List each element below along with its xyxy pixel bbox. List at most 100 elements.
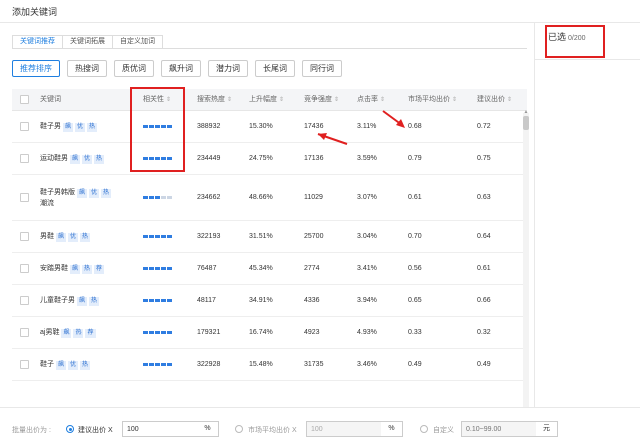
keyword-badge: 优 (68, 361, 79, 370)
relevance-bar-segment (155, 235, 160, 238)
row-checkbox[interactable] (20, 122, 29, 131)
relevance-bar-segment (149, 235, 154, 238)
keyword-text: 鞋子男 (40, 123, 61, 130)
table-row[interactable]: 鞋子飙优热 322928 15.48% 31735 3.46% 0.49 0.49 (12, 349, 527, 381)
row-checkbox[interactable] (20, 264, 29, 273)
cell-suggest-bid: 0.75 (477, 155, 491, 162)
cell-ctr: 3.41% (357, 265, 377, 272)
keyword-cell: 安踏男鞋飙热荐 (40, 263, 120, 274)
cell-ctr: 3.04% (357, 233, 377, 240)
suggested-bid-percent-input[interactable] (122, 421, 198, 437)
tab-keyword-recommend[interactable]: 关键词推荐 (12, 35, 63, 49)
col-rise[interactable]: 上升幅度 ⇕ (249, 89, 284, 111)
radio-custom-bid[interactable] (420, 425, 428, 433)
relevance-highlight-box (130, 87, 185, 172)
scroll-up-icon[interactable]: ▲ (523, 110, 529, 115)
cell-avg-bid: 0.68 (408, 123, 422, 130)
table-row[interactable]: 鞋子男韩版飙优热潮流 234662 48.66% 11029 3.07% 0.61 0.63 (12, 175, 527, 221)
cell-rise: 31.51% (249, 233, 273, 240)
cell-suggest-bid: 0.32 (477, 329, 491, 336)
table-row[interactable]: 安踏男鞋飙热荐 76487 45.34% 2774 3.41% 0.56 0.61 (12, 253, 527, 285)
scrollbar-thumb[interactable] (523, 116, 529, 130)
tab-custom-keyword[interactable]: 自定义加词 (113, 35, 163, 49)
keyword-badge: 飙 (61, 329, 72, 338)
filter-recommend-sort[interactable]: 推荐排序 (12, 60, 60, 77)
row-checkbox[interactable] (20, 360, 29, 369)
custom-bid-input[interactable] (461, 421, 537, 437)
keyword-cell: aj男鞋飙热荐 (40, 327, 120, 338)
keyword-text: 安踏男鞋 (40, 265, 68, 272)
col-competition[interactable]: 竞争强度 ⇕ (304, 89, 339, 111)
footer-divider (0, 407, 640, 408)
row-checkbox[interactable] (20, 232, 29, 241)
cell-rise: 16.74% (249, 329, 273, 336)
relevance-bar-segment (161, 267, 166, 270)
filter-long-tail[interactable]: 长尾词 (255, 60, 295, 77)
row-checkbox[interactable] (20, 328, 29, 337)
cell-competition: 4336 (304, 297, 320, 304)
filter-quality[interactable]: 质优词 (114, 60, 154, 77)
percent-unit: % (197, 421, 219, 437)
relevance-bar-segment (155, 196, 160, 199)
keyword-badge: 优 (68, 233, 79, 242)
row-checkbox[interactable] (20, 193, 29, 202)
relevance-bar-segment (161, 235, 166, 238)
table-scrollbar[interactable] (523, 113, 529, 407)
cell-ctr: 3.46% (357, 361, 377, 368)
yuan-unit: 元 (536, 421, 558, 437)
table-row[interactable]: aj男鞋飙热荐 179321 16.74% 4923 4.93% 0.33 0.32 (12, 317, 527, 349)
radio-market-avg-bid[interactable] (235, 425, 243, 433)
filter-hot-search[interactable]: 热搜词 (67, 60, 107, 77)
relevance-meter (143, 363, 172, 366)
col-market-avg-bid[interactable]: 市场平均出价 ⇕ (408, 89, 457, 111)
cell-avg-bid: 0.70 (408, 233, 422, 240)
row-checkbox[interactable] (20, 296, 29, 305)
sort-icon: ⇕ (452, 97, 458, 103)
filter-rising[interactable]: 飙升词 (161, 60, 201, 77)
col-ctr[interactable]: 点击率 ⇕ (357, 89, 385, 111)
panel-divider (534, 22, 535, 407)
cell-heat: 234662 (197, 194, 221, 201)
col-search-heat[interactable]: 搜索热度 ⇕ (197, 89, 232, 111)
table-row[interactable]: 运动鞋男飙优热 234449 24.75% 17136 3.59% 0.79 0.75 (12, 143, 527, 175)
relevance-bar-segment (143, 235, 148, 238)
cell-heat: 234449 (197, 155, 221, 162)
sort-icon: ⇕ (334, 97, 340, 103)
keyword-text: 男鞋 (40, 233, 54, 240)
relevance-bar-segment (155, 299, 160, 302)
suggested-bid-label: 建议出价 X (78, 427, 113, 434)
keyword-badge: 飙 (63, 123, 74, 132)
cell-avg-bid: 0.79 (408, 155, 422, 162)
percent-unit: % (381, 421, 403, 437)
table-row[interactable]: 儿童鞋子男飙热 48117 34.91% 4336 3.94% 0.65 0.66 (12, 285, 527, 317)
relevance-bar-segment (143, 331, 148, 334)
keyword-badge: 热 (80, 361, 91, 370)
keyword-text-line2: 潮流 (40, 200, 54, 207)
relevance-bar-segment (149, 299, 154, 302)
relevance-bar-segment (143, 196, 148, 199)
relevance-bar-segment (155, 267, 160, 270)
col-suggested-bid[interactable]: 建议出价 ⇕ (477, 89, 512, 111)
keyword-badge: 优 (82, 155, 93, 164)
market-avg-bid-percent-input[interactable] (306, 421, 382, 437)
keyword-badge: 优 (75, 123, 86, 132)
keyword-text: 鞋子 (40, 361, 54, 368)
keyword-badge: 飙 (70, 265, 81, 274)
row-checkbox[interactable] (20, 154, 29, 163)
relevance-bar-segment (155, 363, 160, 366)
sort-icon: ⇕ (279, 97, 285, 103)
sort-icon: ⇕ (507, 97, 513, 103)
keyword-badge: 荐 (85, 329, 96, 338)
selected-divider (535, 59, 640, 60)
table-row[interactable]: 鞋子男飙优热 388932 15.30% 17436 3.11% 0.68 0.72 (12, 111, 527, 143)
table-row[interactable]: 男鞋飙优热 322193 31.51% 25700 3.04% 0.70 0.64 (12, 221, 527, 253)
tab-keyword-expand[interactable]: 关键词拓展 (63, 35, 113, 49)
relevance-bar-segment (167, 363, 172, 366)
filter-competitor[interactable]: 同行词 (302, 60, 342, 77)
relevance-bar-segment (149, 331, 154, 334)
radio-suggested-bid[interactable] (66, 425, 74, 433)
filter-potential[interactable]: 潜力词 (208, 60, 248, 77)
select-all-checkbox[interactable] (20, 95, 29, 104)
relevance-bar-segment (149, 196, 154, 199)
keyword-text: aj男鞋 (40, 329, 60, 336)
